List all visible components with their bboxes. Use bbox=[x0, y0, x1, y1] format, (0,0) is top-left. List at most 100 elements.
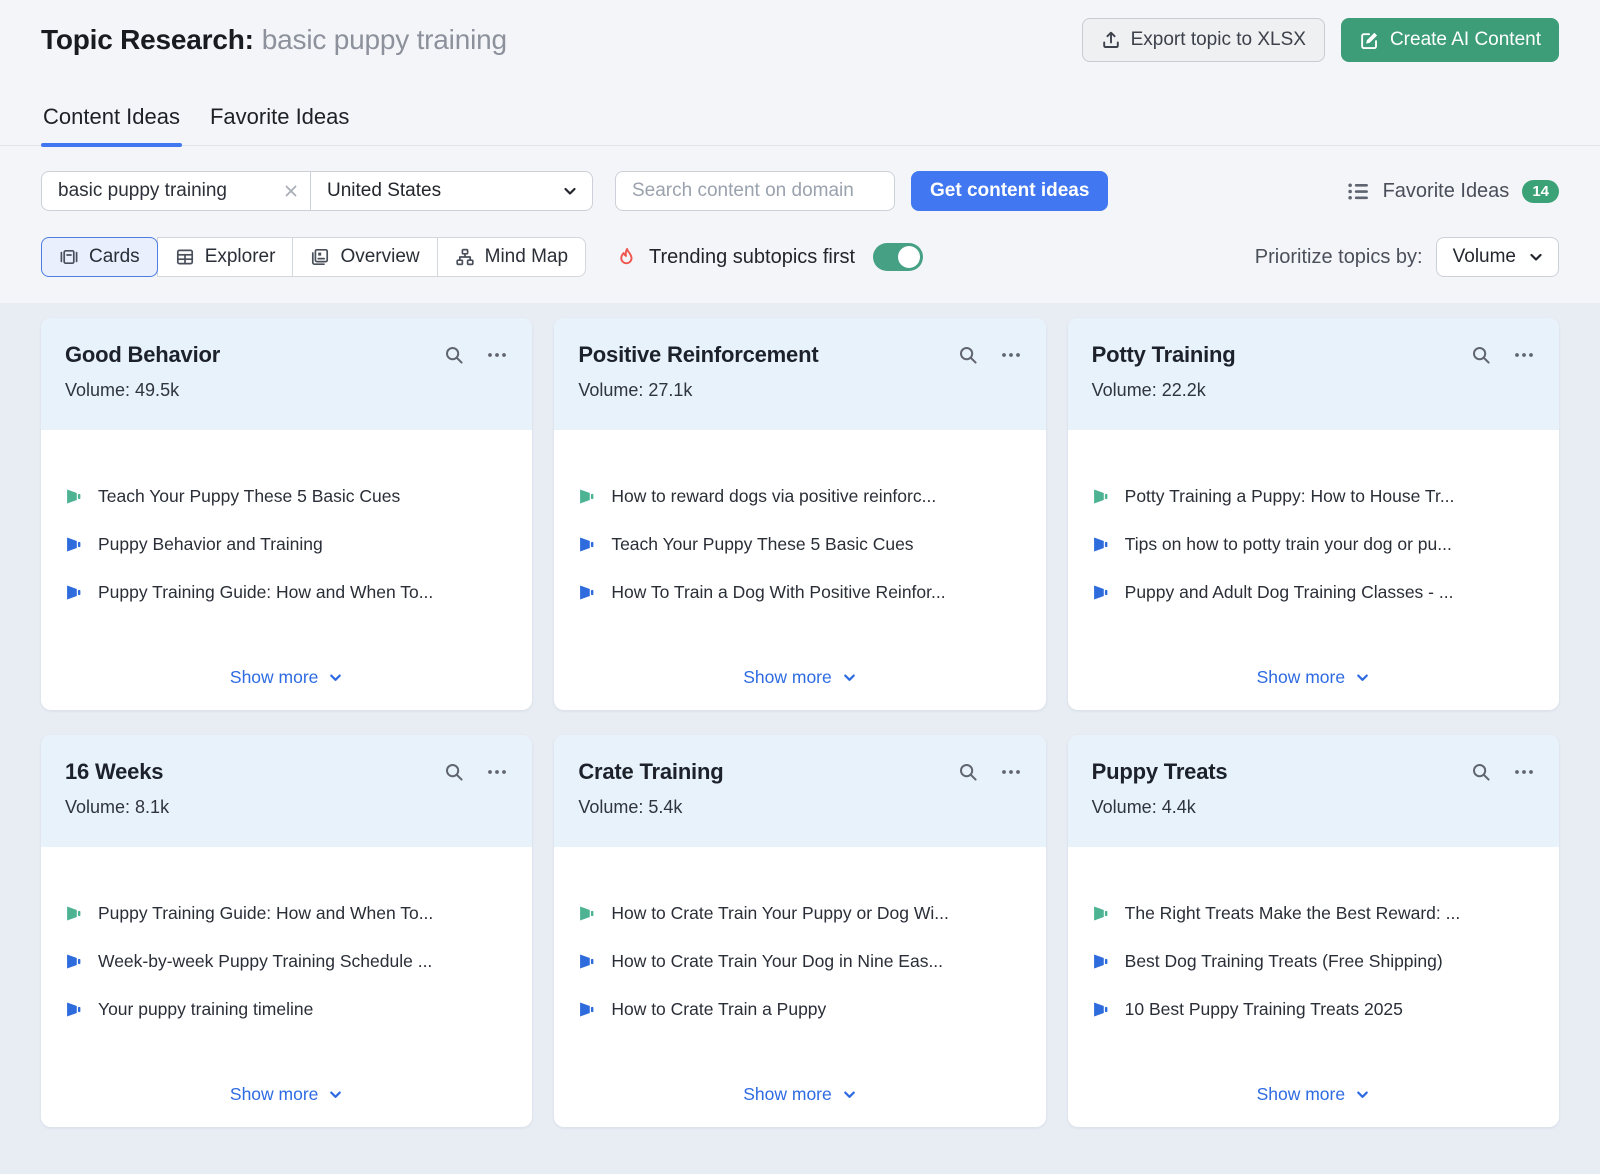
content-idea-text: Week-by-week Puppy Training Schedule ... bbox=[98, 951, 432, 972]
more-options-icon[interactable] bbox=[486, 761, 508, 783]
create-ai-content-button[interactable]: Create AI Content bbox=[1341, 18, 1559, 62]
table-icon bbox=[175, 247, 195, 267]
topic-card-header: Potty Training Volume: 22.2k bbox=[1068, 318, 1559, 430]
content-idea-item[interactable]: How to reward dogs via positive reinforc… bbox=[578, 486, 1021, 507]
page-header-area: Topic Research:basic puppy training Expo… bbox=[0, 0, 1600, 303]
content-idea-item[interactable]: Week-by-week Puppy Training Schedule ... bbox=[65, 951, 508, 972]
content-idea-item[interactable]: Puppy Training Guide: How and When To... bbox=[65, 582, 508, 603]
search-topic-icon[interactable] bbox=[444, 345, 464, 365]
topic-card: 16 Weeks Volume: 8.1k Puppy Training Gui… bbox=[41, 735, 532, 1127]
content-idea-item[interactable]: Best Dog Training Treats (Free Shipping) bbox=[1092, 951, 1535, 972]
topic-card-header: 16 Weeks Volume: 8.1k bbox=[41, 735, 532, 847]
show-more-button[interactable]: Show more bbox=[743, 667, 857, 688]
show-more-button[interactable]: Show more bbox=[230, 1084, 344, 1105]
content-idea-text: How to reward dogs via positive reinforc… bbox=[611, 486, 936, 507]
chevron-down-icon bbox=[1355, 670, 1370, 685]
favorite-ideas-link[interactable]: Favorite Ideas 14 bbox=[1347, 180, 1559, 203]
megaphone-icon bbox=[1092, 487, 1111, 506]
content-idea-text: Puppy and Adult Dog Training Classes - .… bbox=[1125, 582, 1454, 603]
topic-volume: Volume: 22.2k bbox=[1092, 380, 1535, 401]
view-mode-overview[interactable]: Overview bbox=[292, 237, 437, 277]
topic-card-title: Crate Training bbox=[578, 759, 723, 785]
view-mode-segments: Cards Explorer Overview Mind Map bbox=[41, 237, 586, 277]
tab-content-ideas[interactable]: Content Ideas bbox=[41, 98, 182, 145]
topic-card: Crate Training Volume: 5.4k How to Crate… bbox=[554, 735, 1045, 1127]
search-topic-icon[interactable] bbox=[958, 762, 978, 782]
view-mode-cards[interactable]: Cards bbox=[41, 237, 158, 277]
topic-card-actions bbox=[1471, 344, 1535, 366]
content-idea-item[interactable]: Your puppy training timeline bbox=[65, 999, 508, 1020]
content-idea-item[interactable]: How to Crate Train Your Dog in Nine Eas.… bbox=[578, 951, 1021, 972]
more-options-icon[interactable] bbox=[1000, 344, 1022, 366]
topic-card-title: Good Behavior bbox=[65, 342, 220, 368]
chevron-down-icon bbox=[842, 1087, 857, 1102]
title-actions: Export topic to XLSX Create AI Content bbox=[1082, 18, 1559, 62]
content-idea-item[interactable]: How To Train a Dog With Positive Reinfor… bbox=[578, 582, 1021, 603]
content-idea-item[interactable]: Potty Training a Puppy: How to House Tr.… bbox=[1092, 486, 1535, 507]
content-idea-text: Puppy Training Guide: How and When To... bbox=[98, 903, 433, 924]
topic-card-actions bbox=[444, 761, 508, 783]
search-topic-icon[interactable] bbox=[1471, 762, 1491, 782]
show-more-button[interactable]: Show more bbox=[1257, 667, 1371, 688]
tab-favorite-ideas[interactable]: Favorite Ideas bbox=[208, 98, 351, 145]
trending-toggle[interactable] bbox=[873, 243, 923, 271]
topic-card-actions bbox=[958, 344, 1022, 366]
search-topic-icon[interactable] bbox=[958, 345, 978, 365]
megaphone-icon bbox=[65, 583, 84, 602]
content-idea-item[interactable]: Teach Your Puppy These 5 Basic Cues bbox=[578, 534, 1021, 555]
megaphone-icon bbox=[1092, 535, 1111, 554]
content-idea-list: How to reward dogs via positive reinforc… bbox=[578, 486, 1021, 630]
show-more-label: Show more bbox=[1257, 667, 1346, 688]
more-options-icon[interactable] bbox=[1513, 344, 1535, 366]
prioritize-select[interactable]: Volume bbox=[1436, 237, 1559, 277]
region-select-value: United States bbox=[327, 180, 441, 202]
content-idea-item[interactable]: Puppy Training Guide: How and When To... bbox=[65, 903, 508, 924]
topic-card: Puppy Treats Volume: 4.4k The Right Trea… bbox=[1068, 735, 1559, 1127]
topic-card-body: How to Crate Train Your Puppy or Dog Wi.… bbox=[554, 847, 1045, 1127]
export-xlsx-button[interactable]: Export topic to XLSX bbox=[1082, 18, 1325, 62]
topic-card-body: The Right Treats Make the Best Reward: .… bbox=[1068, 847, 1559, 1127]
region-select[interactable]: United States bbox=[311, 172, 592, 210]
topic-card-body: Teach Your Puppy These 5 Basic Cues Pupp… bbox=[41, 430, 532, 710]
view-mode-mindmap[interactable]: Mind Map bbox=[437, 237, 586, 277]
megaphone-icon bbox=[578, 1000, 597, 1019]
search-topic-icon[interactable] bbox=[444, 762, 464, 782]
view-mode-explorer[interactable]: Explorer bbox=[157, 237, 294, 277]
show-more-button[interactable]: Show more bbox=[230, 667, 344, 688]
edit-pencil-icon bbox=[1359, 30, 1380, 51]
topic-card: Potty Training Volume: 22.2k Potty Train… bbox=[1068, 318, 1559, 710]
content-idea-item[interactable]: Tips on how to potty train your dog or p… bbox=[1092, 534, 1535, 555]
keyword-input[interactable] bbox=[58, 180, 284, 202]
search-topic-icon[interactable] bbox=[1471, 345, 1491, 365]
page-title: Topic Research:basic puppy training bbox=[41, 24, 507, 56]
topic-card-header: Positive Reinforcement Volume: 27.1k bbox=[554, 318, 1045, 430]
topic-card-title: Potty Training bbox=[1092, 342, 1236, 368]
more-options-icon[interactable] bbox=[1513, 761, 1535, 783]
content-idea-text: Potty Training a Puppy: How to House Tr.… bbox=[1125, 486, 1455, 507]
content-idea-item[interactable]: How to Crate Train a Puppy bbox=[578, 999, 1021, 1020]
page-title-prefix: Topic Research: bbox=[41, 24, 254, 55]
topic-card-title: 16 Weeks bbox=[65, 759, 163, 785]
content-idea-item[interactable]: Puppy and Adult Dog Training Classes - .… bbox=[1092, 582, 1535, 603]
show-more-label: Show more bbox=[1257, 1084, 1346, 1105]
flame-icon bbox=[616, 247, 637, 268]
content-idea-item[interactable]: How to Crate Train Your Puppy or Dog Wi.… bbox=[578, 903, 1021, 924]
content-idea-text: Tips on how to potty train your dog or p… bbox=[1125, 534, 1452, 555]
megaphone-icon bbox=[1092, 904, 1111, 923]
chevron-down-icon bbox=[842, 670, 857, 685]
content-idea-text: Best Dog Training Treats (Free Shipping) bbox=[1125, 951, 1443, 972]
clear-keyword-icon[interactable] bbox=[284, 184, 298, 198]
content-idea-item[interactable]: Puppy Behavior and Training bbox=[65, 534, 508, 555]
get-content-ideas-button[interactable]: Get content ideas bbox=[911, 171, 1108, 211]
content-idea-item[interactable]: Teach Your Puppy These 5 Basic Cues bbox=[65, 486, 508, 507]
prioritize-select-value: Volume bbox=[1453, 246, 1516, 268]
content-idea-item[interactable]: 10 Best Puppy Training Treats 2025 bbox=[1092, 999, 1535, 1020]
topic-card: Good Behavior Volume: 49.5k Teach Your P… bbox=[41, 318, 532, 710]
show-more-button[interactable]: Show more bbox=[1257, 1084, 1371, 1105]
show-more-button[interactable]: Show more bbox=[743, 1084, 857, 1105]
more-options-icon[interactable] bbox=[486, 344, 508, 366]
domain-search-input[interactable] bbox=[615, 171, 895, 211]
topic-card-header: Crate Training Volume: 5.4k bbox=[554, 735, 1045, 847]
content-idea-item[interactable]: The Right Treats Make the Best Reward: .… bbox=[1092, 903, 1535, 924]
more-options-icon[interactable] bbox=[1000, 761, 1022, 783]
